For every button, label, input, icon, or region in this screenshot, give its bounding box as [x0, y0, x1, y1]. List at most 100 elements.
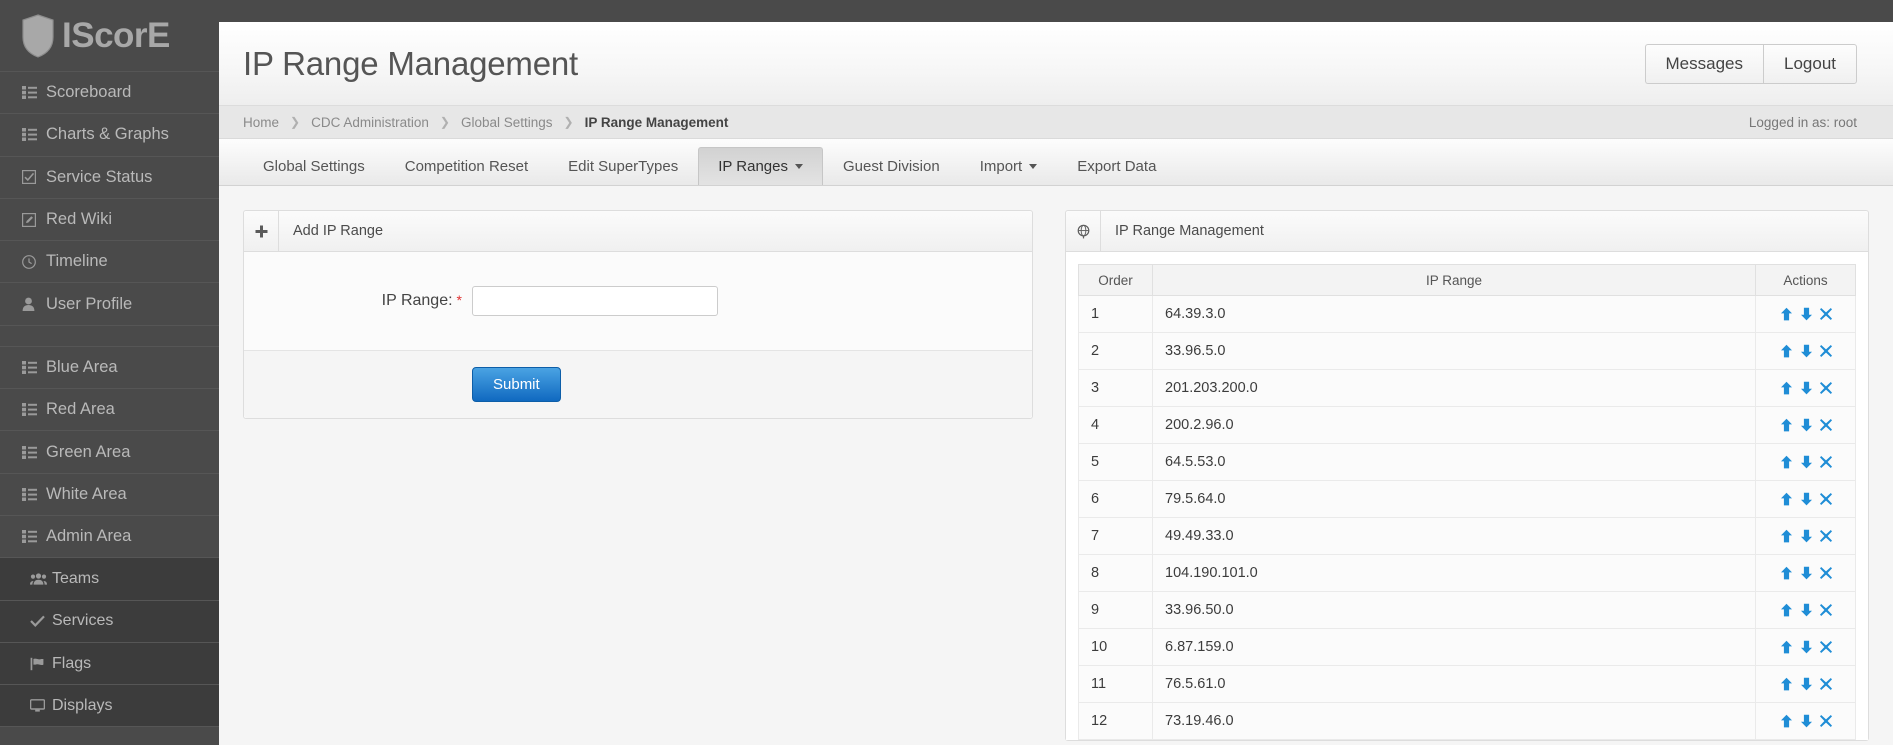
cell-order: 10	[1078, 628, 1153, 666]
flag-icon	[30, 657, 52, 671]
delete-x-icon[interactable]	[1819, 678, 1832, 690]
delete-x-icon[interactable]	[1819, 604, 1832, 616]
arrow-up-icon[interactable]	[1780, 714, 1793, 728]
sidebar-item-displays[interactable]: Displays	[0, 685, 219, 728]
cell-actions	[1755, 628, 1856, 666]
delete-x-icon[interactable]	[1819, 493, 1832, 505]
list-icon	[22, 360, 46, 374]
arrow-down-icon[interactable]	[1800, 714, 1813, 728]
table-body: 1 64.39.3.0 2 33.96.5.0 3 201.203.200.0 4 200.2…	[1078, 295, 1856, 740]
cell-ip-range: 64.5.53.0	[1152, 443, 1756, 481]
users-icon	[30, 572, 52, 586]
messages-button[interactable]: Messages	[1644, 43, 1763, 84]
sidebar-item-timeline[interactable]: Timeline	[0, 241, 219, 284]
sidebar-item-teams[interactable]: Teams	[0, 558, 219, 601]
left-column: Add IP Range IP Range: * Submit	[243, 210, 1049, 745]
delete-x-icon[interactable]	[1819, 308, 1832, 320]
submit-button[interactable]: Submit	[472, 367, 561, 402]
main-region: IP Range Management Messages Logout Home…	[219, 0, 1893, 745]
breadcrumb-current: IP Range Management	[584, 114, 729, 130]
sidebar-item-blue-area[interactable]: Blue Area	[0, 346, 219, 390]
cell-order: 5	[1078, 443, 1153, 481]
delete-x-icon[interactable]	[1819, 456, 1832, 468]
arrow-down-icon[interactable]	[1800, 677, 1813, 691]
arrow-down-icon[interactable]	[1800, 381, 1813, 395]
arrow-down-icon[interactable]	[1800, 455, 1813, 469]
arrow-up-icon[interactable]	[1780, 566, 1793, 580]
arrow-down-icon[interactable]	[1800, 418, 1813, 432]
arrow-up-icon[interactable]	[1780, 381, 1793, 395]
sidebar-item-red-wiki[interactable]: Red Wiki	[0, 198, 219, 242]
column-header-ip-range: IP Range	[1152, 264, 1756, 296]
arrow-down-icon[interactable]	[1800, 492, 1813, 506]
delete-x-icon[interactable]	[1819, 567, 1832, 579]
brand-logo[interactable]: IScorE	[0, 0, 219, 72]
sidebar-item-service-status[interactable]: Service Status	[0, 156, 219, 199]
arrow-up-icon[interactable]	[1780, 307, 1793, 321]
list-panel-header: IP Range Management	[1066, 211, 1868, 252]
ip-range-input[interactable]	[472, 286, 718, 316]
delete-x-icon[interactable]	[1819, 345, 1832, 357]
delete-x-icon[interactable]	[1819, 641, 1832, 653]
tab-global-settings[interactable]: Global Settings	[243, 147, 385, 185]
arrow-up-icon[interactable]	[1780, 492, 1793, 506]
sidebar-item-user-profile[interactable]: User Profile	[0, 283, 219, 326]
breadcrumb-separator-icon: ❯	[563, 115, 574, 129]
tab-label: Guest Division	[842, 158, 940, 175]
sidebar-item-admin-area[interactable]: Admin Area	[0, 515, 219, 559]
sidebar-item-white-area[interactable]: White Area	[0, 473, 219, 516]
arrow-down-icon[interactable]	[1800, 566, 1813, 580]
cell-order: 11	[1078, 665, 1153, 703]
check-icon	[30, 615, 52, 628]
sidebar-item-label: User Profile	[46, 294, 133, 313]
logout-button[interactable]: Logout	[1763, 43, 1857, 84]
sidebar-item-services[interactable]: Services	[0, 600, 219, 643]
arrow-down-icon[interactable]	[1800, 344, 1813, 358]
tab-guest-division[interactable]: Guest Division	[823, 147, 960, 185]
sidebar-item-label: Admin Area	[46, 527, 132, 546]
sidebar-item-flags[interactable]: Flags	[0, 642, 219, 686]
arrow-up-icon[interactable]	[1780, 418, 1793, 432]
tab-competition-reset[interactable]: Competition Reset	[385, 147, 548, 185]
tab-edit-supertypes[interactable]: Edit SuperTypes	[548, 147, 698, 185]
tab-export-data[interactable]: Export Data	[1057, 147, 1176, 185]
arrow-up-icon[interactable]	[1780, 344, 1793, 358]
page-header: IP Range Management Messages Logout	[219, 22, 1893, 106]
cell-actions	[1755, 665, 1856, 703]
sidebar-item-red-area[interactable]: Red Area	[0, 389, 219, 432]
arrow-down-icon[interactable]	[1800, 603, 1813, 617]
arrow-down-icon[interactable]	[1800, 529, 1813, 543]
tab-ip-ranges[interactable]: IP Ranges	[698, 147, 823, 185]
cell-actions	[1755, 295, 1856, 333]
breadcrumb-link-cdc-administration[interactable]: CDC Administration	[311, 115, 429, 130]
arrow-up-icon[interactable]	[1780, 677, 1793, 691]
arrow-up-icon[interactable]	[1780, 603, 1793, 617]
delete-x-icon[interactable]	[1819, 382, 1832, 394]
sidebar-item-scoreboard[interactable]: Scoreboard	[0, 72, 219, 115]
delete-x-icon[interactable]	[1819, 419, 1832, 431]
arrow-up-icon[interactable]	[1780, 640, 1793, 654]
cell-order: 4	[1078, 406, 1153, 444]
sidebar-item-green-area[interactable]: Green Area	[0, 431, 219, 474]
breadcrumb-link-global-settings[interactable]: Global Settings	[461, 115, 553, 130]
tab-import[interactable]: Import	[960, 147, 1058, 185]
add-panel-header: Add IP Range	[244, 211, 1032, 252]
breadcrumb-separator-icon: ❯	[439, 115, 450, 129]
breadcrumb-link-home[interactable]: Home	[243, 115, 279, 130]
arrow-up-icon[interactable]	[1780, 455, 1793, 469]
tab-label: Import	[979, 158, 1023, 175]
breadcrumb-bar: Home ❯ CDC Administration ❯ Global Settings ❯…	[219, 106, 1893, 139]
arrow-up-icon[interactable]	[1780, 529, 1793, 543]
cell-order: 9	[1078, 591, 1153, 629]
ip-range-form-row: IP Range: *	[244, 286, 1032, 316]
delete-x-icon[interactable]	[1819, 715, 1832, 727]
sidebar-item-label: Green Area	[46, 442, 131, 461]
table-header-row: Order IP Range Actions	[1078, 264, 1856, 296]
sidebar-item-charts-graphs[interactable]: Charts & Graphs	[0, 114, 219, 157]
arrow-down-icon[interactable]	[1800, 307, 1813, 321]
delete-x-icon[interactable]	[1819, 530, 1832, 542]
ip-range-label: IP Range: *	[244, 292, 472, 310]
required-asterisk: *	[456, 292, 462, 308]
arrow-down-icon[interactable]	[1800, 640, 1813, 654]
table-row: 7 49.49.33.0	[1078, 517, 1856, 555]
